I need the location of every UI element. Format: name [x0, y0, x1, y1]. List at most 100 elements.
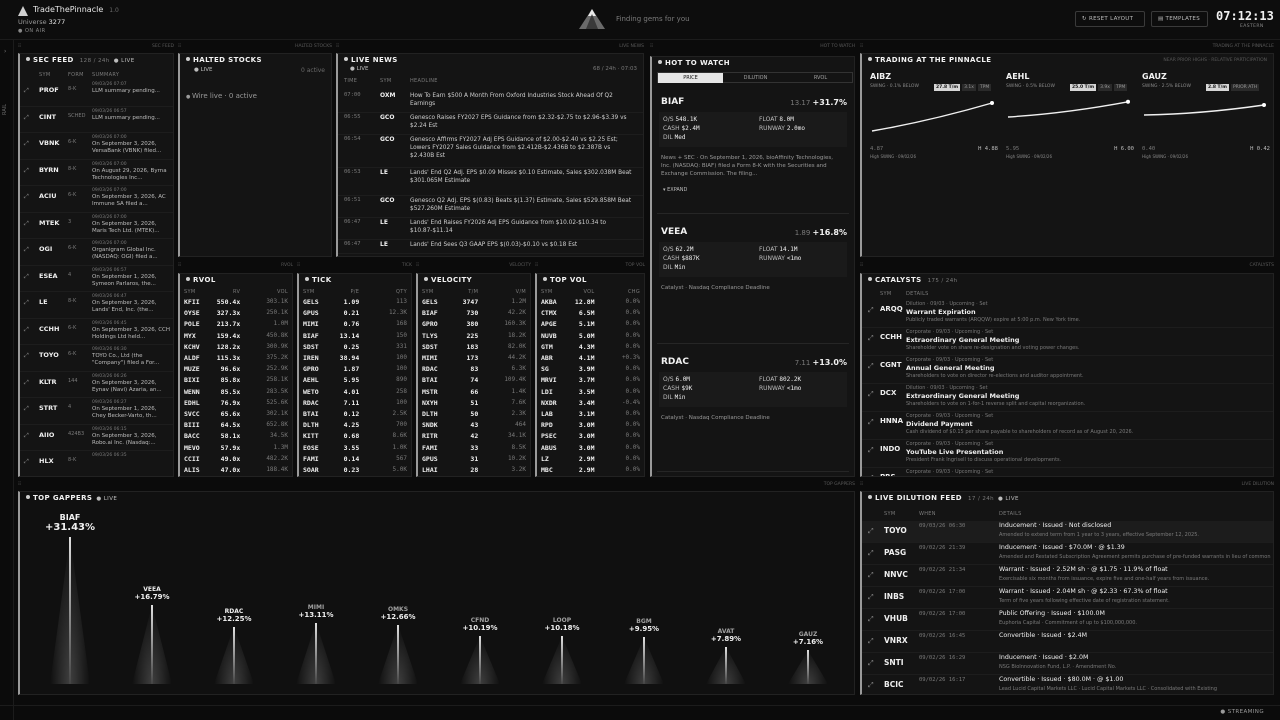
tab-dilution[interactable]: DILUTION: [723, 73, 788, 83]
rvol-row[interactable]: KCHV 128.2x 300.9K: [180, 342, 292, 353]
velocity-row[interactable]: MIMI 173 44.2K: [418, 353, 530, 364]
catalyst-row[interactable]: ⤢ DCX Dilution · 09/03 · Upcoming · Set Ext…: [862, 384, 1273, 412]
drag-handle-icon[interactable]: ⠿: [18, 482, 21, 487]
gapper-label[interactable]: AVAT +7.89%: [696, 628, 756, 643]
link-icon[interactable]: ⤢: [24, 87, 29, 95]
topvol-row[interactable]: NXDR 3.4M -0.4%: [537, 398, 644, 409]
drag-handle-icon[interactable]: ⠿: [178, 263, 181, 268]
link-icon[interactable]: ⤢: [868, 390, 874, 399]
dilution-row[interactable]: ⤢ SNTI 09/02/26 16:29 Inducement · Issued ·…: [862, 653, 1273, 675]
dilution-row[interactable]: ⤢ TOYO 09/03/26 06:30 Inducement · Issued ·…: [862, 521, 1273, 543]
sec-feed-row[interactable]: ⤢ CINT SCHED 09/03/26 06:57 LLM summary pend…: [20, 107, 173, 133]
tab-rvol[interactable]: RVOL: [788, 73, 853, 83]
tick-row[interactable]: DLTH 4.25 700: [299, 420, 411, 431]
gapper-bar[interactable]: [69, 536, 71, 684]
tick-row[interactable]: SOAR 0.23 5.0K: [299, 465, 411, 476]
velocity-row[interactable]: BIAF 730 42.2K: [418, 308, 530, 319]
velocity-row[interactable]: SDST 183 82.0K: [418, 342, 530, 353]
tick-row[interactable]: RDAC 7.11 100: [299, 398, 411, 409]
link-icon[interactable]: ⤢: [868, 418, 874, 427]
link-icon[interactable]: ⤢: [868, 659, 874, 668]
sec-feed-row[interactable]: ⤢ HLX 8-K 09/03/26 06:35: [20, 451, 173, 476]
link-icon[interactable]: ⤢: [868, 474, 874, 476]
rvol-row[interactable]: SVCC 65.6x 302.1K: [180, 409, 292, 420]
catalyst-row[interactable]: ⤢ CGNT Corporate · 09/03 · Upcoming · Set A…: [862, 356, 1273, 384]
gapper-label[interactable]: BIAF +31.43%: [40, 513, 100, 533]
link-icon[interactable]: ⤢: [24, 379, 29, 387]
gapper-label[interactable]: RDAC +12.25%: [204, 608, 264, 623]
sec-feed-row[interactable]: ⤢ OGI 6-K 09/03/26 07:00 Organigram Global I…: [20, 239, 173, 266]
sec-feed-row[interactable]: ⤢ ESEA 4 09/03/26 06:57 On September 1, 2026…: [20, 266, 173, 292]
link-icon[interactable]: ⤢: [24, 273, 29, 281]
topvol-row[interactable]: LZ 2.9M 0.0%: [537, 454, 644, 465]
news-row[interactable]: 07:00 OXM How To Earn $500 A Month From Ox…: [338, 91, 643, 113]
velocity-row[interactable]: FAMI 33 8.5K: [418, 443, 530, 454]
rvol-strip[interactable]: ⠿ RVOL: [178, 263, 293, 271]
sec-feed-row[interactable]: ⤢ AIIO 424B3 09/03/26 06:15 On September 3, …: [20, 425, 173, 451]
drag-handle-icon[interactable]: ⠿: [297, 263, 300, 268]
link-icon[interactable]: ⤢: [24, 140, 29, 148]
rvol-row[interactable]: EDHL 76.9x 525.6K: [180, 398, 292, 409]
topvol-row[interactable]: LAB 3.1M 0.0%: [537, 409, 644, 420]
velocity-row[interactable]: RDAC 83 6.3K: [418, 364, 530, 375]
sec-feed-row[interactable]: ⤢ KLTR 144 09/03/26 06:26 On September 3, 20…: [20, 372, 173, 398]
pinnacle-strip[interactable]: ⠿ TRADING AT THE PINNACLE: [860, 44, 1274, 52]
gapper-bar[interactable]: [725, 647, 727, 684]
sec-feed-row[interactable]: ⤢ ACIU 6-K 09/03/26 07:00 On September 3, 20…: [20, 186, 173, 213]
dilution-row[interactable]: ⤢ INBS 09/02/26 17:00 Warrant · Issued · 2.…: [862, 587, 1273, 609]
news-strip[interactable]: ⠿ LIVE NEWS: [336, 44, 644, 52]
dilution-row[interactable]: ⤢ BCIC 09/02/26 16:17 Convertible · Issued …: [862, 675, 1273, 694]
news-row[interactable]: 06:47 LE Lands' End Raises FY2026 Adj EPS …: [338, 218, 643, 240]
link-icon[interactable]: ⤢: [868, 593, 874, 602]
drag-handle-icon[interactable]: ⠿: [860, 263, 863, 268]
rvol-row[interactable]: CCII 49.0x 482.2K: [180, 454, 292, 465]
topvol-row[interactable]: PSEC 3.0M 0.0%: [537, 431, 644, 442]
sec-feed-row[interactable]: ⤢ TOYO 6-K 09/03/26 06:30 TOYO Co., Ltd (the…: [20, 345, 173, 372]
rvol-row[interactable]: ALIS 47.0x 188.4K: [180, 465, 292, 476]
link-icon[interactable]: ⤢: [868, 362, 874, 371]
catalyst-row[interactable]: ⤢ HNNA Corporate · 09/03 · Upcoming · Set D…: [862, 412, 1273, 440]
sec-feed-row[interactable]: ⤢ LE 8-K 09/03/26 06:47 On September 3, 2026…: [20, 292, 173, 319]
sec-feed-row[interactable]: ⤢ MTEK 3 09/03/26 07:00 On September 3, 2026…: [20, 213, 173, 239]
velocity-row[interactable]: GELS 3747 1.2M: [418, 297, 530, 308]
tick-row[interactable]: WETO 4.01 258: [299, 387, 411, 398]
reset-layout-button[interactable]: ↻ RESET LAYOUT: [1075, 11, 1145, 27]
link-icon[interactable]: ⤢: [24, 352, 29, 360]
gapper-bar[interactable]: [397, 624, 399, 684]
catalyst-row[interactable]: ⤢ PRS Corporate · 09/03 · Upcoming · Set: [862, 468, 1273, 476]
rvol-row[interactable]: MYX 159.4x 450.8K: [180, 331, 292, 342]
news-row[interactable]: 06:55 GCO Genesco Raises FY2027 EPS Guidan…: [338, 113, 643, 135]
gapper-bar[interactable]: [807, 650, 809, 684]
drag-handle-icon[interactable]: ⠿: [535, 263, 538, 268]
tab-price[interactable]: PRICE: [658, 73, 723, 83]
gapper-label[interactable]: GAUZ +7.16%: [778, 631, 838, 646]
tick-strip[interactable]: ⠿ TICK: [297, 263, 412, 271]
link-icon[interactable]: ⤢: [868, 637, 874, 646]
tick-row[interactable]: IREN 38.94 100: [299, 353, 411, 364]
rvol-row[interactable]: WENN 85.5x 283.5K: [180, 387, 292, 398]
velocity-row[interactable]: MSTR 66 1.4K: [418, 387, 530, 398]
sec-feed-row[interactable]: ⤢ PROF 8-K 09/03/26 07:07 LLM summary pendin…: [20, 80, 173, 107]
hot-card[interactable]: BIAF 13.17 +31.7% O/S 548.1K CASH $2.4M DIL …: [657, 92, 849, 214]
tick-row[interactable]: BIAF 13.14 150: [299, 331, 411, 342]
tick-row[interactable]: SDST 0.25 331: [299, 342, 411, 353]
rvol-row[interactable]: BIII 64.5x 652.8K: [180, 420, 292, 431]
gapper-label[interactable]: VEEA +16.79%: [122, 586, 182, 601]
topvol-row[interactable]: ABR 4.1M +0.3%: [537, 353, 644, 364]
sec-feed-strip[interactable]: ⠿ SEC FEED: [18, 44, 174, 52]
link-icon[interactable]: ⤢: [24, 405, 29, 413]
velocity-strip[interactable]: ⠿ VELOCITY: [416, 263, 531, 271]
velocity-row[interactable]: NXYH 51 7.6K: [418, 398, 530, 409]
velocity-row[interactable]: GPUS 31 10.2K: [418, 454, 530, 465]
rvol-row[interactable]: KFII 550.4x 303.1K: [180, 297, 292, 308]
rvol-row[interactable]: BACC 58.1x 34.5K: [180, 431, 292, 442]
drag-handle-icon[interactable]: ⠿: [650, 44, 653, 49]
topvol-row[interactable]: RPD 3.0M 0.0%: [537, 420, 644, 431]
tick-row[interactable]: EOSE 3.55 1.0K: [299, 443, 411, 454]
gapper-label[interactable]: BGM +9.95%: [614, 618, 674, 633]
link-icon[interactable]: ⤢: [24, 167, 29, 175]
dilution-strip[interactable]: ⠿ LIVE DILUTION: [860, 482, 1274, 490]
drag-handle-icon[interactable]: ⠿: [178, 44, 181, 49]
catalysts-strip[interactable]: ⠿ CATALYSTS: [860, 263, 1274, 271]
gapper-label[interactable]: LOOP +10.18%: [532, 617, 592, 632]
